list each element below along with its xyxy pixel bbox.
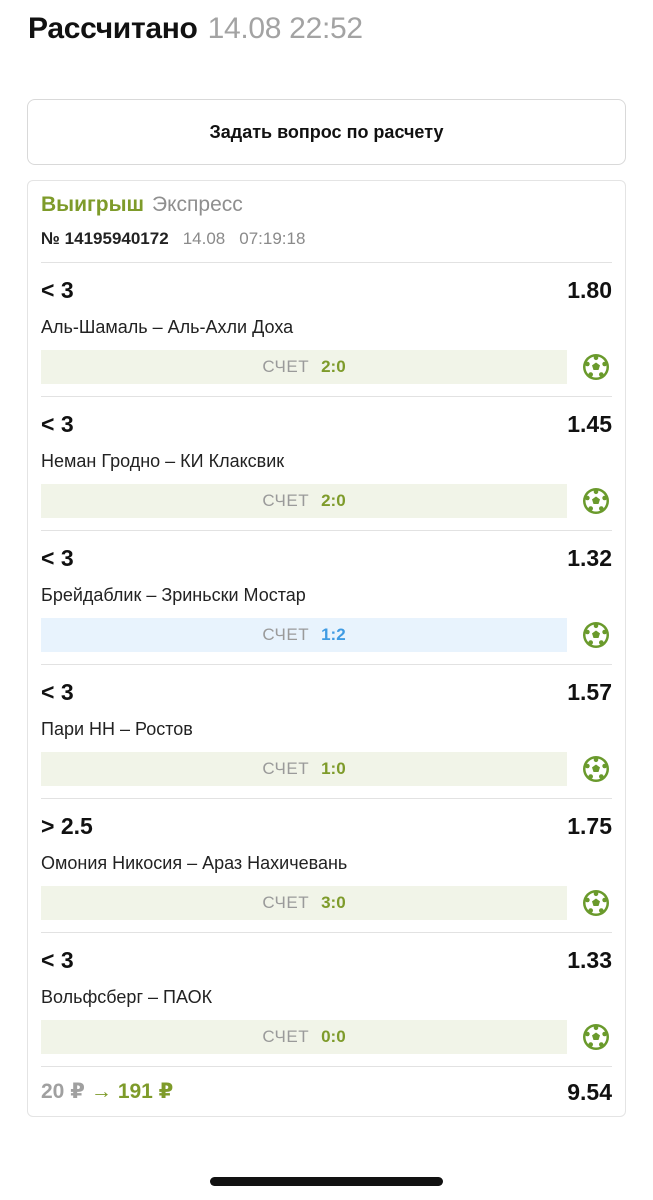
event-list: < 3 1.80 Аль-Шамаль – Аль-Ахли Доха СЧЕТ 2:0… [41,262,612,1066]
bet-result: Выигрыш [41,193,145,216]
arrow-right-icon: → [90,1079,112,1103]
bet-card: Выигрыш Экспресс № 14195940172 14.08 07:… [27,180,626,1117]
score-label: СЧЕТ [262,491,310,510]
score-value: 2:0 [321,491,346,510]
bet-time: 07:19:18 [239,229,306,248]
event-score-bar: СЧЕТ 3:0 [41,886,567,920]
event-row[interactable]: < 3 1.45 Неман Гродно – КИ Клаксвик СЧЕТ 2:0 [41,396,612,530]
page-title: Рассчитано [28,12,198,45]
football-icon [583,488,609,514]
ask-question-button[interactable]: Задать вопрос по расчету [27,99,626,165]
event-row[interactable]: < 3 1.80 Аль-Шамаль – Аль-Ахли Доха СЧЕТ 2:0 [41,262,612,396]
event-odds: 1.45 [567,411,612,437]
event-score-bar: СЧЕТ 1:2 [41,618,567,652]
event-odds: 1.33 [567,947,612,973]
event-score-bar: СЧЕТ 2:0 [41,350,567,384]
score-label: СЧЕТ [262,1027,310,1046]
event-odds: 1.75 [567,813,612,839]
event-row[interactable]: > 2.5 1.75 Омония Никосия – Араз Нахичеван… [41,798,612,932]
event-market: < 3 [41,947,74,973]
score-value: 1:2 [321,625,346,644]
score-label: СЧЕТ [262,893,310,912]
bet-type: Экспресс [152,193,243,216]
score-value: 3:0 [321,893,346,912]
event-odds: 1.80 [567,277,612,303]
score-value: 2:0 [321,357,346,376]
football-icon [583,354,609,380]
event-score-bar: СЧЕТ 0:0 [41,1020,567,1054]
stake-payout: 20 ₽ → 191 ₽ [41,1079,173,1104]
home-indicator[interactable] [210,1177,443,1186]
event-teams: Омония Никосия – Араз Нахичевань [41,853,348,873]
event-market: < 3 [41,411,74,437]
score-label: СЧЕТ [262,625,310,644]
stake-amount: 20 ₽ [41,1080,85,1103]
event-odds: 1.57 [567,679,612,705]
bet-date: 14.08 [182,229,226,248]
event-score-bar: СЧЕТ 2:0 [41,484,567,518]
page-header: Рассчитано 14.08 22:52 [28,12,363,52]
event-market: < 3 [41,545,74,571]
bet-status-line: Выигрыш Экспресс [41,191,612,219]
event-teams: Брейдаблик – Зриньски Мостар [41,585,306,605]
event-row[interactable]: < 3 1.57 Пари НН – Ростов СЧЕТ 1:0 [41,664,612,798]
event-market: < 3 [41,679,74,705]
event-market: > 2.5 [41,813,93,839]
event-row[interactable]: < 3 1.32 Брейдаблик – Зриньски Мостар СЧЕТ 1… [41,530,612,664]
bet-meta: № 14195940172 14.08 07:19:18 [41,229,612,249]
bet-summary: 20 ₽ → 191 ₽ 9.54 [41,1066,612,1118]
bet-number: № 14195940172 [41,229,169,248]
score-value: 0:0 [321,1027,346,1046]
score-value: 1:0 [321,759,346,778]
event-teams: Вольфсберг – ПАОК [41,987,213,1007]
score-label: СЧЕТ [262,357,310,376]
settled-datetime: 14.08 22:52 [207,12,363,45]
football-icon [583,622,609,648]
event-market: < 3 [41,277,74,303]
football-icon [583,756,609,782]
event-score-bar: СЧЕТ 1:0 [41,752,567,786]
event-teams: Пари НН – Ростов [41,719,193,739]
event-teams: Аль-Шамаль – Аль-Ахли Доха [41,317,294,337]
event-teams: Неман Гродно – КИ Клаксвик [41,451,285,471]
event-odds: 1.32 [567,545,612,571]
bet-card-header: Выигрыш Экспресс № 14195940172 14.08 07:… [41,191,612,249]
event-row[interactable]: < 3 1.33 Вольфсберг – ПАОК СЧЕТ 0:0 [41,932,612,1066]
payout-amount: 191 ₽ [117,1080,174,1103]
score-label: СЧЕТ [262,759,310,778]
football-icon [583,1024,609,1050]
football-icon [583,890,609,916]
total-odds: 9.54 [567,1079,612,1105]
